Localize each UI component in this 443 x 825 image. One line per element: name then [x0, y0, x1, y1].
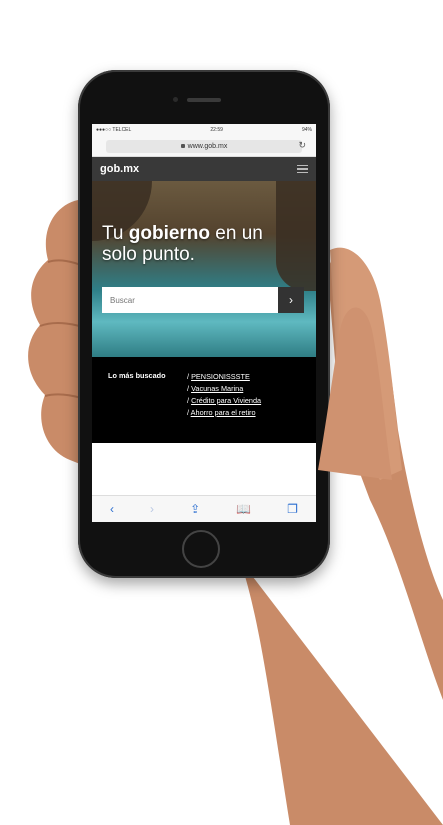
thumb-illustration	[318, 307, 392, 480]
